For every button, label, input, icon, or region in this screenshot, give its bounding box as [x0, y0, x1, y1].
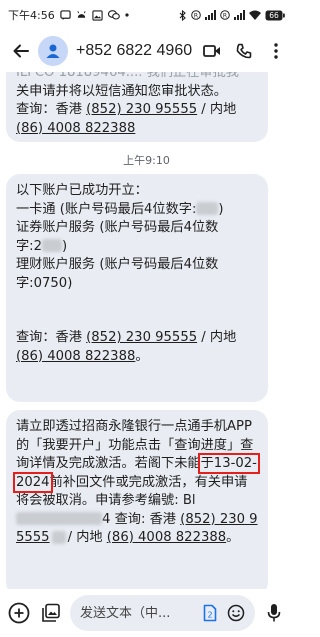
video-call-button[interactable]	[201, 40, 223, 62]
sim-icon: 2	[203, 604, 217, 622]
status-bar: 下午4:56 R R 66	[0, 0, 293, 30]
query-label: 查询：香港	[16, 102, 82, 117]
message-body: 以下账户已成功开立： 一卡通 (账户号码最后4位数字:) 证券账户服务 (账户号…	[16, 183, 224, 291]
message-query: 查询：香港 (852) 230 95555 / 内地	[16, 329, 258, 348]
voice-button[interactable]	[261, 600, 287, 626]
compose-bar: 2	[0, 589, 293, 637]
sim-selector-button[interactable]: 2	[199, 602, 221, 624]
attach-button[interactable]	[6, 600, 32, 626]
svg-text:R: R	[223, 12, 227, 19]
dot-icon	[125, 13, 129, 17]
partial-line: ILFCO 18189464.... 我们正在审批我	[16, 72, 239, 80]
image-icon	[92, 9, 103, 21]
contact-name[interactable]: +852 6822 4960	[76, 42, 192, 60]
wechat-icon	[107, 10, 120, 20]
add-icon	[8, 602, 30, 624]
redacted-digits	[42, 239, 63, 252]
mic-icon	[267, 604, 281, 622]
redacted-digits	[196, 202, 219, 215]
more-vert-icon	[274, 43, 278, 59]
android-icon	[76, 10, 87, 20]
message-bubble[interactable]: 请立即透过招商永隆银行一点通手机APP的「我要开户」功能点击「查询进度」查询详情…	[6, 410, 268, 589]
more-options-button[interactable]	[265, 40, 287, 62]
separator: / 内地	[197, 330, 237, 345]
bluetooth-icon	[179, 9, 187, 21]
hd-icon: R	[191, 10, 201, 20]
message-line: 关申请并将以短信通知您审批状态。	[16, 83, 227, 99]
phone-link-cn[interactable]: (86) 4008 822388	[107, 530, 226, 545]
conversation-area[interactable]: ILFCO 18189464.... 我们正在审批我 关申请并将以短信通知您审批…	[0, 72, 293, 589]
phone-link-hk[interactable]: (852) 230 95555	[86, 330, 197, 345]
message-bubble[interactable]: 以下账户已成功开立： 一卡通 (账户号码最后4位数字:) 证券账户服务 (账户号…	[6, 174, 268, 402]
message-body: 请立即透过招商永隆银行一点通手机APP的「我要开户」功能点击「查询进度」查询详情…	[13, 419, 260, 545]
message-bubble[interactable]: ILFCO 18189464.... 我们正在审批我 关申请并将以短信通知您审批…	[6, 72, 268, 142]
roaming-icon: R	[220, 10, 230, 20]
phone-link-cn[interactable]: (86) 4008 822388	[16, 349, 135, 364]
person-icon	[46, 44, 60, 58]
emoji-button[interactable]	[225, 602, 247, 624]
messaging-icon	[60, 9, 71, 21]
back-arrow-icon	[13, 44, 29, 58]
back-button[interactable]	[6, 36, 36, 66]
avatar[interactable]	[38, 36, 68, 66]
redacted-text	[51, 530, 66, 544]
status-time: 下午4:56	[8, 9, 55, 22]
message-input-field[interactable]: 2	[70, 595, 255, 631]
timestamp: 上午9:10	[123, 154, 170, 167]
phone-link-cn[interactable]: (86) 4008 822388	[16, 121, 135, 136]
message-input[interactable]	[80, 605, 195, 621]
redacted-reference	[16, 512, 102, 525]
svg-text:R: R	[194, 12, 198, 19]
video-call-icon	[203, 45, 220, 57]
signal-icon	[234, 10, 245, 20]
battery-icon: 66	[265, 10, 285, 21]
message-query: 查询：香港 (852) 230 95555 / 内地	[16, 101, 258, 120]
phone-icon	[236, 43, 252, 59]
phone-call-button[interactable]	[233, 40, 255, 62]
signal-icon	[205, 10, 216, 20]
wifi-icon	[249, 10, 261, 20]
emoji-icon	[227, 604, 245, 622]
conversation-header: +852 6822 4960	[0, 30, 293, 72]
gallery-button[interactable]	[38, 600, 64, 626]
svg-text:2: 2	[207, 611, 212, 620]
query-label: 查询：香港	[16, 330, 82, 345]
gallery-icon	[42, 603, 60, 622]
separator: / 内地	[197, 102, 237, 117]
separator: / 内地	[67, 530, 103, 545]
battery-level: 66	[269, 10, 279, 20]
phone-link-hk[interactable]: (852) 230 95555	[86, 102, 197, 117]
